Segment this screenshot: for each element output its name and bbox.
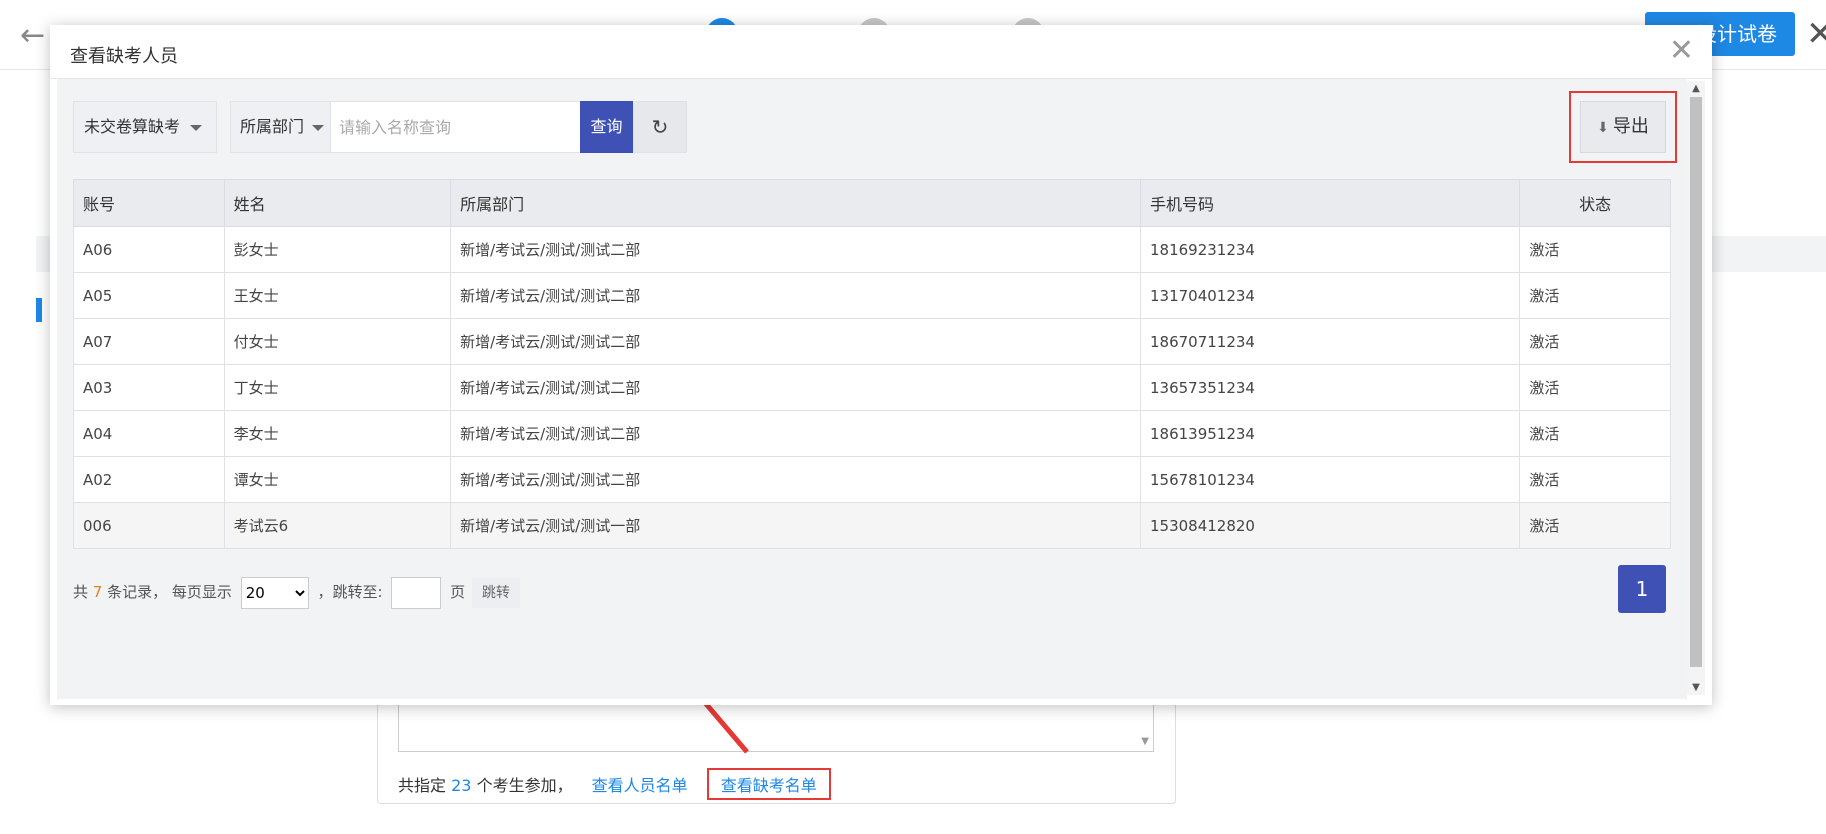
jump-label: ，跳转至: [317, 583, 383, 601]
modal-header: 查看缺考人员 ✕ [50, 25, 1712, 79]
view-people-link[interactable]: 查看人员名单 [592, 776, 688, 795]
absent-list-modal: 查看缺考人员 ✕ 未交卷算缺考 所属部门 查询 ↻ ⬇导出 账号 姓名 [50, 25, 1712, 705]
cell-account: A07 [73, 318, 225, 365]
cell-status: 激活 [1519, 226, 1671, 273]
scroll-up-icon[interactable]: ▲ [1691, 83, 1701, 94]
cell-name: 考试云6 [223, 502, 452, 549]
table-row[interactable]: A03 丁女士 新增/考试云/测试/测试二部 13657351234 激活 [73, 364, 1671, 411]
cell-name: 王女士 [223, 272, 452, 319]
cell-department: 新增/考试云/测试/测试一部 [450, 502, 1141, 549]
cell-phone: 18670711234 [1139, 318, 1521, 365]
page-close-icon[interactable]: ✕ [1806, 14, 1826, 54]
column-header-phone[interactable]: 手机号码 [1139, 179, 1521, 227]
cell-department: 新增/考试云/测试/测试二部 [450, 226, 1141, 273]
cell-account: A05 [73, 272, 225, 319]
pagination-info: 共 7 条记录， 每页显示 20 ，跳转至: 页 跳转 [73, 575, 520, 609]
cell-phone: 15308412820 [1139, 502, 1521, 549]
cell-department: 新增/考试云/测试/测试二部 [450, 456, 1141, 503]
chevron-down-icon [312, 124, 325, 131]
column-header-name[interactable]: 姓名 [223, 179, 452, 227]
jump-page-input[interactable] [391, 576, 442, 609]
cell-phone: 18169231234 [1139, 226, 1521, 273]
department-select[interactable]: 所属部门 [230, 101, 331, 153]
cell-department: 新增/考试云/测试/测试二部 [450, 410, 1141, 457]
participant-count: 23 [451, 776, 472, 795]
total-suffix: 条记录， [107, 583, 168, 601]
cell-name: 丁女士 [223, 364, 452, 411]
cell-status: 激活 [1519, 364, 1671, 411]
absent-rule-value: 未交卷算缺考 [84, 117, 181, 136]
table-row[interactable]: A04 李女士 新增/考试云/测试/测试二部 18613951234 激活 [73, 410, 1671, 457]
cell-phone: 15678101234 [1139, 456, 1521, 503]
summary-prefix: 共指定 [398, 776, 447, 795]
scrollbar-thumb[interactable] [1690, 97, 1702, 667]
cell-phone: 13170401234 [1139, 272, 1521, 319]
chevron-down-icon [190, 124, 203, 131]
cell-account: A03 [73, 364, 225, 411]
close-icon[interactable]: ✕ [1669, 35, 1694, 67]
cell-name: 谭女士 [223, 456, 452, 503]
modal-scrollbar[interactable]: ▲ ▼ [1687, 81, 1705, 695]
participants-textarea[interactable]: ▼ [398, 700, 1154, 752]
back-arrow-icon[interactable]: ← [20, 18, 45, 53]
table-row[interactable]: A06 彭女士 新增/考试云/测试/测试二部 18169231234 激活 [73, 226, 1671, 273]
scroll-down-icon[interactable]: ▼ [1691, 682, 1701, 693]
cell-account: A04 [73, 410, 225, 457]
cell-status: 激活 [1519, 502, 1671, 549]
column-header-status[interactable]: 状态 [1519, 179, 1671, 227]
jump-button[interactable]: 跳转 [471, 577, 520, 608]
column-header-department[interactable]: 所属部门 [450, 179, 1141, 227]
total-prefix: 共 [73, 583, 89, 601]
cell-department: 新增/考试云/测试/测试二部 [450, 272, 1141, 319]
search-input[interactable] [331, 101, 581, 153]
cell-account: 006 [73, 502, 225, 549]
cell-name: 彭女士 [223, 226, 452, 273]
department-select-label: 所属部门 [240, 117, 305, 136]
table-header-row: 账号 姓名 所属部门 手机号码 状态 [73, 179, 1671, 227]
download-icon: ⬇ [1597, 120, 1609, 136]
section-indicator [36, 298, 42, 322]
cell-status: 激活 [1519, 318, 1671, 365]
per-page-label: 每页显示 [171, 583, 232, 601]
cell-status: 激活 [1519, 410, 1671, 457]
cell-phone: 18613951234 [1139, 410, 1521, 457]
modal-body: 未交卷算缺考 所属部门 查询 ↻ ⬇导出 账号 姓名 所属部门 手机 [57, 79, 1687, 699]
participants-summary: 共指定 23 个考生参加， 查看人员名单 查看缺考名单 [398, 768, 831, 800]
total-count: 7 [92, 583, 103, 601]
cell-account: A02 [73, 456, 225, 503]
scroll-down-icon[interactable]: ▼ [1141, 736, 1149, 747]
table-row[interactable]: 006 考试云6 新增/考试云/测试/测试一部 15308412820 激活 [73, 502, 1671, 549]
table-row[interactable]: A07 付女士 新增/考试云/测试/测试二部 18670711234 激活 [73, 318, 1671, 365]
page-number-button[interactable]: 1 [1618, 565, 1666, 613]
export-button[interactable]: ⬇ 导出 [1580, 101, 1666, 153]
absent-table: 账号 姓名 所属部门 手机号码 状态 A06 彭女士 新增/考试云/测试/测试二… [73, 179, 1671, 549]
cell-status: 激活 [1519, 456, 1671, 503]
table-row[interactable]: A05 王女士 新增/考试云/测试/测试二部 13170401234 激活 [73, 272, 1671, 319]
cell-name: 李女士 [223, 410, 452, 457]
cell-name: 付女士 [223, 318, 452, 365]
page-unit-label: 页 [450, 583, 466, 601]
query-button[interactable]: 查询 [580, 101, 633, 153]
reset-icon[interactable]: ↻ [633, 101, 687, 153]
modal-title: 查看缺考人员 [70, 46, 178, 67]
cell-account: A06 [73, 226, 225, 273]
participants-card: ▼ 共指定 23 个考生参加， 查看人员名单 查看缺考名单 [377, 700, 1176, 804]
view-absent-link[interactable]: 查看缺考名单 [706, 768, 831, 800]
column-header-account[interactable]: 账号 [73, 179, 225, 227]
cell-department: 新增/考试云/测试/测试二部 [450, 318, 1141, 365]
left-sidebar [0, 70, 36, 834]
absent-rule-select[interactable]: 未交卷算缺考 [73, 101, 217, 153]
per-page-select[interactable]: 20 [240, 576, 309, 609]
table-row[interactable]: A02 谭女士 新增/考试云/测试/测试二部 15678101234 激活 [73, 456, 1671, 503]
cell-phone: 13657351234 [1139, 364, 1521, 411]
summary-suffix: 个考生参加， [476, 776, 573, 795]
cell-status: 激活 [1519, 272, 1671, 319]
export-label: 导出 [1612, 116, 1649, 137]
cell-department: 新增/考试云/测试/测试二部 [450, 364, 1141, 411]
